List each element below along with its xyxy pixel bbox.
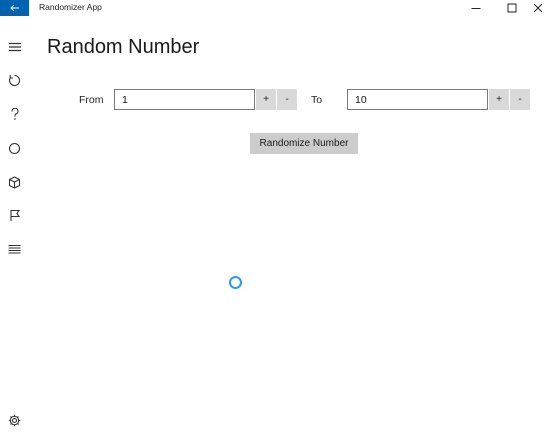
from-label: From: [79, 94, 104, 106]
list-icon: [8, 244, 21, 253]
back-arrow-icon: [9, 4, 19, 12]
circle-icon: [8, 142, 21, 154]
from-increment-button[interactable]: +: [256, 89, 276, 110]
nav-settings-button[interactable]: [0, 406, 29, 432]
to-label: To: [311, 94, 323, 106]
from-decrement-button[interactable]: -: [277, 89, 297, 110]
from-input[interactable]: [114, 89, 255, 110]
cube-icon: [8, 175, 21, 189]
to-increment-button[interactable]: +: [489, 89, 509, 110]
minimize-icon: [471, 8, 481, 9]
nav-item-flag[interactable]: [0, 201, 29, 229]
to-input[interactable]: [347, 89, 488, 110]
close-icon: [533, 3, 543, 13]
nav-item-circle[interactable]: [0, 134, 29, 162]
page-title: Random Number: [47, 36, 200, 58]
nav-rail: [0, 16, 29, 432]
nav-item-refresh[interactable]: [0, 66, 29, 94]
close-button[interactable]: [521, 0, 550, 16]
maximize-icon: [507, 3, 517, 13]
nav-item-cube[interactable]: [0, 168, 29, 196]
title-bar: Randomizer App: [0, 0, 550, 16]
nav-menu-button[interactable]: [0, 33, 29, 61]
loading-spinner-icon: [229, 276, 242, 289]
randomize-number-button[interactable]: Randomize Number: [250, 133, 358, 154]
nav-item-help[interactable]: [0, 100, 29, 128]
minimize-button[interactable]: [459, 0, 493, 16]
gear-icon: [8, 414, 21, 426]
nav-item-list[interactable]: [0, 235, 29, 263]
to-decrement-button[interactable]: -: [510, 89, 530, 110]
flag-icon: [9, 209, 20, 221]
window-title: Randomizer App: [39, 2, 102, 12]
back-button[interactable]: [0, 0, 29, 16]
hamburger-menu-icon: [8, 42, 21, 52]
refresh-icon: [9, 74, 21, 86]
question-icon: [10, 107, 19, 120]
